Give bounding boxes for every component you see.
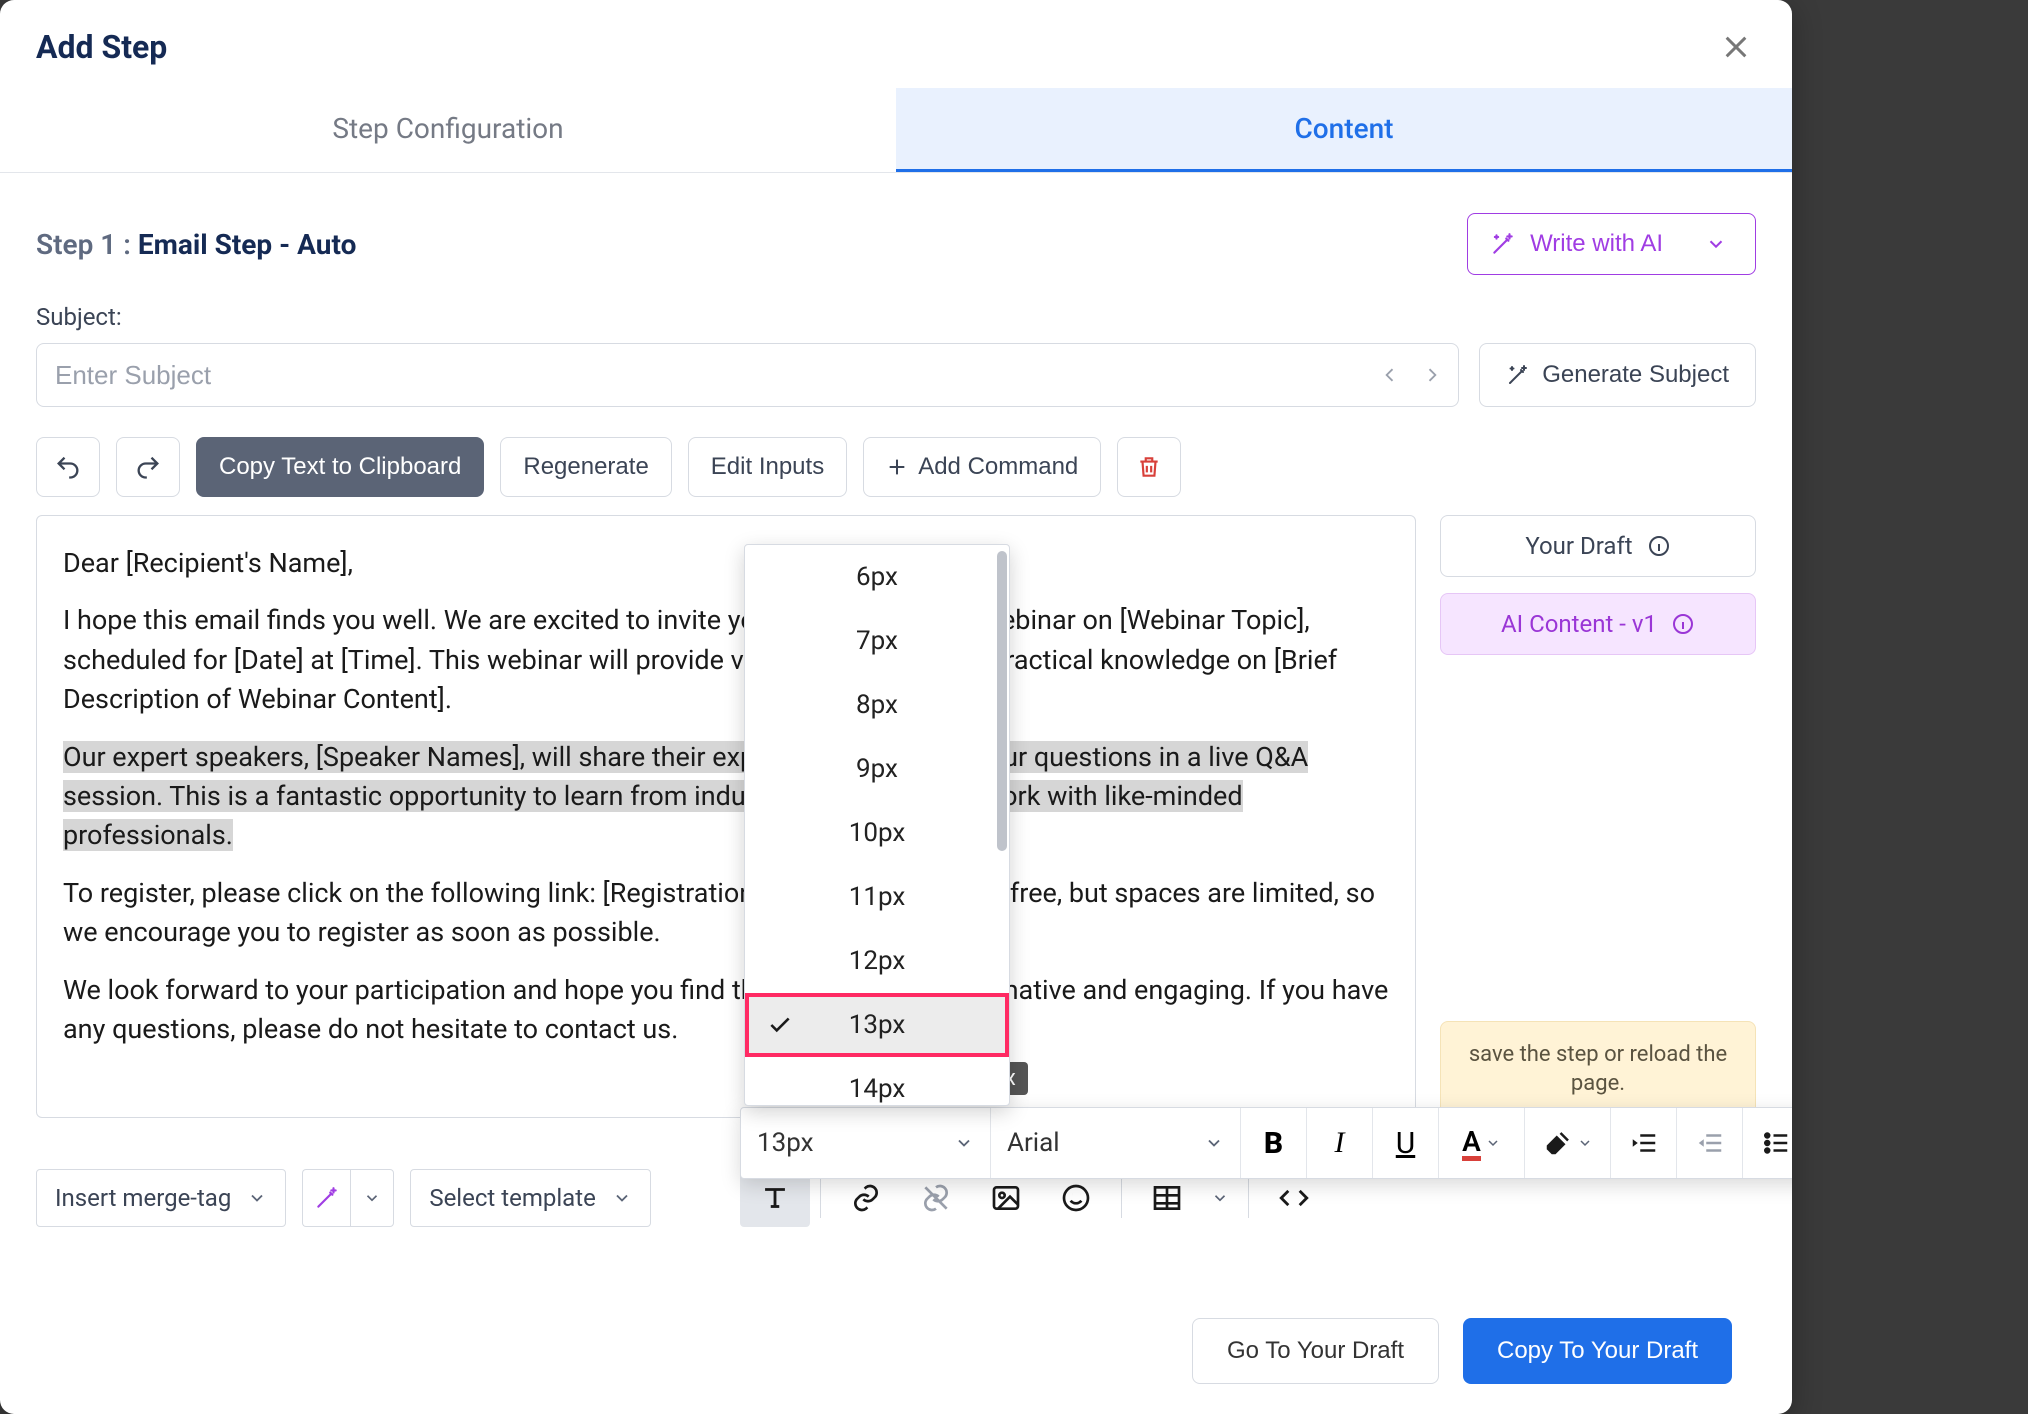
modal-header: Add Step [0,0,1792,88]
check-icon [767,1012,793,1038]
generate-subject-button[interactable]: Generate Subject [1479,343,1756,407]
chevron-right-icon[interactable] [1422,361,1442,389]
editor-paragraph: Our expert speakers, [Speaker Names], wi… [63,738,1389,856]
info-icon [1647,534,1671,558]
regenerate-button[interactable]: Regenerate [500,437,671,497]
email-editor[interactable]: Dear [Recipient's Name], I hope this ema… [36,515,1416,1118]
delete-button[interactable] [1117,437,1181,497]
highlighter-icon [1543,1128,1573,1158]
tabs: Step Configuration Content [0,88,1792,173]
step-title: Step 1 : Email Step - Auto [36,228,356,261]
font-size-option[interactable]: 9px [745,737,1009,801]
write-with-ai-button[interactable]: Write with AI [1467,213,1756,275]
scrollbar[interactable] [997,551,1007,851]
chevron-down-icon [247,1188,267,1208]
outdent-button[interactable] [1677,1108,1743,1178]
editor-paragraph: To register, please click on the followi… [63,874,1389,953]
font-size-option[interactable]: 10px [745,801,1009,865]
undo-button[interactable] [36,437,100,497]
close-icon[interactable] [1720,31,1752,63]
editor-toolbar: Copy Text to Clipboard Regenerate Edit I… [36,437,1756,497]
editor-paragraph: Dear [Recipient's Name], [63,544,1389,583]
generate-subject-label: Generate Subject [1542,361,1729,389]
go-to-draft-button[interactable]: Go To Your Draft [1192,1318,1439,1384]
chevron-down-icon[interactable] [350,1169,394,1227]
font-size-option[interactable]: 11px [745,865,1009,929]
copy-to-draft-button[interactable]: Copy To Your Draft [1463,1318,1732,1384]
italic-button[interactable]: I [1307,1108,1373,1178]
font-family-select[interactable]: Arial [991,1108,1241,1178]
modal-footer: Go To Your Draft Copy To Your Draft [0,1288,1792,1414]
magic-wand-icon [302,1169,350,1227]
font-size-option[interactable]: 6px [745,545,1009,609]
ai-content-card[interactable]: AI Content - v1 [1440,593,1756,655]
redo-button[interactable] [116,437,180,497]
edit-inputs-button[interactable]: Edit Inputs [688,437,847,497]
font-size-menu: 6px7px8px9px10px11px12px13px14px [744,544,1010,1106]
side-panel: Your Draft AI Content - v1 save the step… [1440,515,1756,1118]
font-size-option[interactable]: 8px [745,673,1009,737]
font-size-select[interactable]: 13px [741,1108,991,1178]
subject-input-wrap [36,343,1459,407]
bottom-controls: Insert merge-tag Select template [36,1169,651,1227]
editor-paragraph: I hope this email finds you well. We are… [63,601,1389,719]
copy-text-button[interactable]: Copy Text to Clipboard [196,437,484,497]
chevron-down-icon [1485,1135,1501,1151]
font-size-option[interactable]: 12px [745,929,1009,993]
font-size-option[interactable]: 13px [745,993,1009,1057]
your-draft-card[interactable]: Your Draft [1440,515,1756,577]
bullet-list-button[interactable] [1743,1108,1792,1178]
chevron-down-icon [612,1188,632,1208]
wand-split-button[interactable] [302,1169,394,1227]
chevron-down-icon [1204,1133,1224,1153]
underline-button[interactable]: U [1373,1108,1439,1178]
font-size-option[interactable]: 14px [745,1057,1009,1105]
chevron-left-icon[interactable] [1380,361,1400,389]
template-select[interactable]: Select template [410,1169,650,1227]
add-command-button[interactable]: Add Command [863,437,1101,497]
highlight-color-button[interactable] [1525,1108,1611,1178]
chevron-down-icon [1705,233,1727,255]
font-size-option[interactable]: 7px [745,609,1009,673]
tab-content[interactable]: Content [896,88,1792,172]
modal-title: Add Step [36,28,167,66]
merge-tag-select[interactable]: Insert merge-tag [36,1169,286,1227]
magic-wand-icon [1490,231,1516,257]
editor-paragraph: We look forward to your participation an… [63,971,1389,1050]
format-toolbar: 13px Arial B I U A 123 [740,1107,1792,1179]
info-icon [1671,612,1695,636]
text-color-button[interactable]: A [1439,1108,1525,1178]
subject-input[interactable] [55,360,1380,391]
subject-label: Subject: [36,303,1756,331]
add-step-modal: Add Step Step Configuration Content Step… [0,0,1792,1414]
plus-icon [886,456,908,478]
chevron-down-icon [954,1133,974,1153]
tab-step-configuration[interactable]: Step Configuration [0,88,896,172]
chevron-down-icon [1577,1135,1593,1151]
magic-wand-icon [1506,363,1530,387]
indent-button[interactable] [1611,1108,1677,1178]
side-note: save the step or reload the page. [1440,1021,1756,1118]
bold-button[interactable]: B [1241,1108,1307,1178]
write-with-ai-label: Write with AI [1530,230,1663,258]
